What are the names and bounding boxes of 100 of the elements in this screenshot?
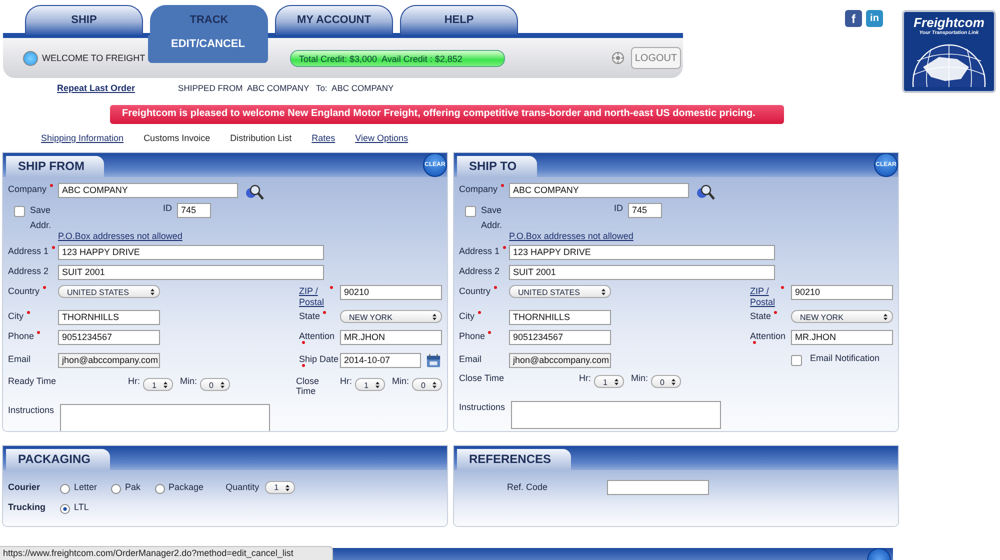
field-label: Attention [299, 330, 340, 351]
checkbox[interactable] [465, 206, 476, 217]
search-icon[interactable] [244, 183, 264, 201]
field-label: City [459, 310, 509, 321]
instructions-field[interactable] [60, 404, 270, 431]
po-box-link[interactable]: P.O.Box addresses not allowed [509, 231, 634, 241]
quantity-select[interactable]: 1 [265, 480, 296, 494]
radio-button[interactable] [60, 504, 70, 514]
country-select[interactable]: UNITED STATES [509, 285, 611, 298]
panel-title: REFERENCES [457, 449, 572, 470]
nav-tab[interactable]: MY ACCOUNT [275, 5, 393, 35]
email-field[interactable]: jhon@abccompany.com [58, 353, 160, 368]
facebook-icon[interactable]: f [845, 10, 862, 27]
updown-arrow-icon [671, 378, 676, 386]
save-address-label: Save Addr. [481, 204, 504, 232]
calendar-icon[interactable] [426, 353, 441, 368]
field-label: Trucking [8, 502, 47, 512]
field-label: Quantity [226, 482, 260, 492]
updown-arrow-icon [150, 288, 155, 296]
text-field[interactable]: THORNHILLS [509, 310, 611, 325]
po-box-link[interactable]: P.O.Box addresses not allowed [58, 231, 182, 241]
field-label: Ref. Code [507, 482, 549, 492]
radio-button[interactable] [154, 484, 165, 494]
radio-button[interactable] [111, 484, 122, 494]
updown-arrow-icon [601, 288, 606, 296]
email-field[interactable]: jhon@abccompany.com [509, 353, 611, 368]
submenu-item[interactable]: EDIT/CANCEL [148, 35, 268, 63]
panel-title: PACKAGING [6, 449, 110, 470]
checkbox[interactable] [791, 355, 802, 366]
zip-field[interactable]: 90210 [791, 285, 893, 300]
company-field[interactable]: ABC COMPANY [509, 183, 689, 198]
text-field[interactable]: MR.JHON [340, 330, 442, 345]
radio-label: LTL [74, 502, 89, 512]
field-label: Courier [8, 482, 42, 492]
zip-postal-link[interactable]: ZIP / Postal [299, 286, 327, 308]
settings-icon[interactable] [611, 51, 625, 65]
zip-postal-link[interactable]: ZIP / Postal [750, 286, 778, 308]
updown-arrow-icon [374, 381, 380, 389]
field-label: Email [8, 353, 32, 364]
address-field[interactable]: SUIT 2001 [58, 265, 324, 280]
field-label: Address 2 [8, 265, 50, 276]
checkbox[interactable] [14, 206, 25, 217]
address-field[interactable]: 123 HAPPY DRIVE [58, 245, 324, 260]
text-field[interactable]: 9051234567 [509, 330, 611, 345]
field-label: Instructions [459, 401, 506, 412]
id-field[interactable]: 745 [628, 203, 662, 218]
zip-field[interactable]: 90210 [340, 285, 442, 300]
field-label: Ship Date [299, 353, 340, 374]
search-icon[interactable] [695, 183, 715, 201]
credit-pill: Total Credit: $3,000 Avail Credit : $2,852 [290, 50, 505, 66]
date-field[interactable]: 2014-10-07 [340, 353, 421, 368]
email-notification-label: Email Notification [810, 353, 880, 363]
id-field[interactable]: 745 [177, 203, 211, 218]
panel-title: SHIP FROM [6, 156, 104, 177]
field-label: ID [614, 203, 623, 213]
field-label: Hr: [340, 376, 352, 386]
clear-button[interactable] [867, 548, 891, 560]
field-label: Attention [750, 330, 791, 351]
linkedin-icon[interactable]: in [866, 10, 883, 27]
instructions-field[interactable] [511, 401, 721, 429]
repeat-order-link[interactable]: Repeat Last Order [57, 83, 136, 93]
updown-arrow-icon [163, 381, 168, 389]
address-field[interactable]: SUIT 2001 [509, 265, 775, 280]
section-link[interactable]: Shipping Information [41, 133, 124, 147]
hour-select[interactable]: 1 [594, 375, 624, 388]
state-select[interactable]: NEW YORK [340, 310, 442, 323]
field-label: Address 1 [8, 245, 58, 256]
section-link[interactable]: View Options [355, 133, 408, 147]
welcome-text: WELCOME TO FREIGHT [42, 53, 146, 63]
logout-button[interactable]: LOGOUT [631, 47, 681, 69]
field-label: ID [163, 203, 172, 213]
field-label: Min: [392, 376, 409, 386]
time-label: Ready Time [8, 376, 58, 386]
field-label: Min: [180, 376, 198, 386]
section-link[interactable]: Distribution List [230, 133, 292, 147]
ref-code-field[interactable] [607, 480, 709, 494]
state-select[interactable]: NEW YORK [791, 310, 893, 323]
minute-select[interactable]: 0 [412, 378, 442, 391]
field-label: Email [459, 353, 483, 364]
hour-select[interactable]: 1 [354, 378, 385, 391]
nav-tab[interactable]: HELP [400, 5, 518, 35]
text-field[interactable]: THORNHILLS [58, 310, 160, 325]
section-link[interactable]: Rates [312, 133, 336, 147]
hour-select[interactable]: 1 [143, 378, 173, 391]
field-label: City [8, 310, 58, 321]
section-link[interactable]: Customs Invoice [144, 133, 210, 147]
text-field[interactable]: MR.JHON [791, 330, 893, 345]
address-field[interactable]: 123 HAPPY DRIVE [509, 245, 775, 260]
nav-tab[interactable]: SHIP [25, 5, 143, 35]
field-label: Company [459, 183, 509, 194]
minute-select[interactable]: 0 [200, 378, 230, 391]
minute-select[interactable]: 0 [651, 375, 682, 388]
radio-label: Letter [74, 482, 98, 492]
company-field[interactable]: ABC COMPANY [58, 183, 238, 198]
save-address-label: Save Addr. [30, 204, 52, 232]
radio-label: Pak [125, 482, 141, 492]
text-field[interactable]: 9051234567 [58, 330, 160, 345]
radio-button[interactable] [60, 484, 70, 494]
field-label: Phone [459, 330, 509, 341]
country-select[interactable]: UNITED STATES [58, 285, 160, 298]
